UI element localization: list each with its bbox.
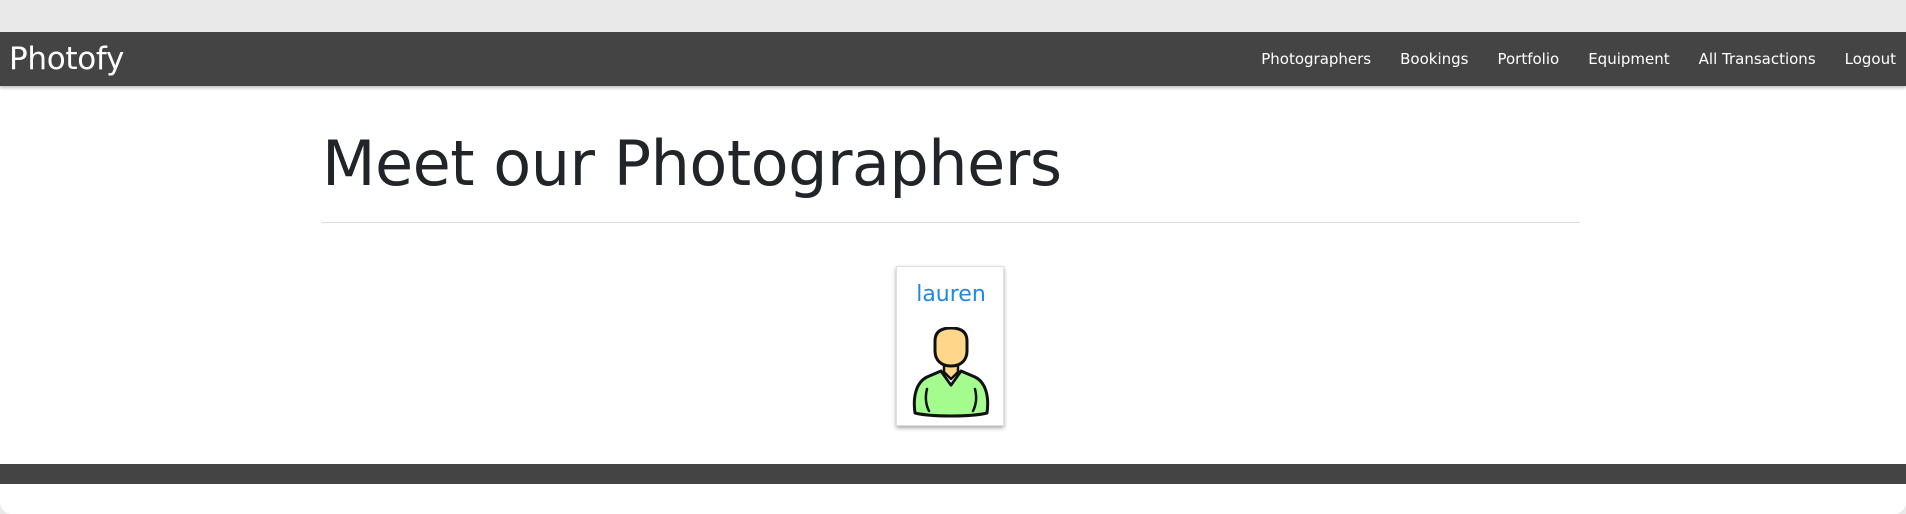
photographer-card[interactable]: lauren	[896, 266, 1004, 426]
nav-link-portfolio[interactable]: Portfolio	[1497, 50, 1559, 68]
brand-logo-link[interactable]: Photofy	[9, 39, 124, 79]
person-avatar-icon[interactable]	[911, 327, 991, 419]
footer-bar	[0, 464, 1906, 484]
nav-link-equipment[interactable]: Equipment	[1588, 50, 1669, 68]
main-container: Meet our Photographers lauren	[322, 86, 1580, 426]
nav-link-all-transactions[interactable]: All Transactions	[1699, 50, 1816, 68]
photographer-name-link[interactable]: lauren	[897, 281, 1005, 309]
top-navbar: Photofy Photographers Bookings Portfolio…	[0, 32, 1906, 86]
page-title: Meet our Photographers	[322, 127, 1062, 200]
nav-link-logout[interactable]: Logout	[1845, 50, 1896, 68]
title-divider	[322, 222, 1580, 223]
nav-links: Photographers Bookings Portfolio Equipme…	[1261, 32, 1896, 86]
nav-link-photographers[interactable]: Photographers	[1261, 50, 1371, 68]
nav-link-bookings[interactable]: Bookings	[1400, 50, 1468, 68]
browser-page: Photofy Photographers Bookings Portfolio…	[0, 32, 1906, 514]
